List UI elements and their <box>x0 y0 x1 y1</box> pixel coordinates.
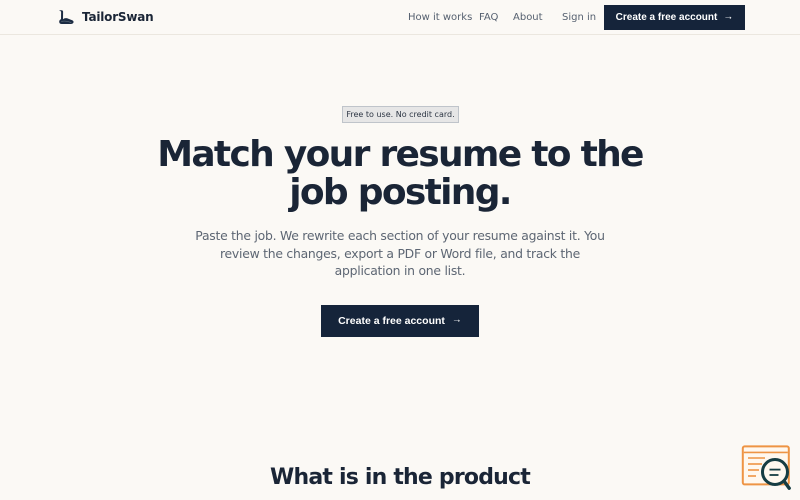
free-badge: Free to use. No credit card. <box>342 106 459 123</box>
hero-title: Match your resume to the job posting. <box>157 134 644 213</box>
brand-name: TailorSwan <box>82 10 154 24</box>
arrow-right-icon: → <box>723 11 734 22</box>
swan-icon <box>59 10 74 24</box>
chat-search-icon <box>741 445 791 490</box>
sign-in-link[interactable]: Sign in <box>562 0 596 35</box>
hero-subtitle: Paste the job. We rewrite each section o… <box>195 228 605 278</box>
nav-faq[interactable]: FAQ <box>479 0 498 35</box>
top-navigation: TailorSwan How it works FAQ About Sign i… <box>0 0 800 35</box>
chat-widget-button[interactable] <box>741 444 791 491</box>
nav-about[interactable]: About <box>513 0 543 35</box>
arrow-right-icon: → <box>451 314 462 326</box>
nav-how-it-works[interactable]: How it works <box>408 0 472 35</box>
create-account-button-hero[interactable]: Create a free account → <box>321 305 479 337</box>
create-account-button-header[interactable]: Create a free account → <box>604 5 745 30</box>
create-account-label-hero: Create a free account <box>338 315 445 327</box>
create-account-label-header: Create a free account <box>615 12 718 23</box>
brand-link[interactable]: TailorSwan <box>58 9 154 25</box>
product-section-title: What is in the product <box>270 465 531 490</box>
